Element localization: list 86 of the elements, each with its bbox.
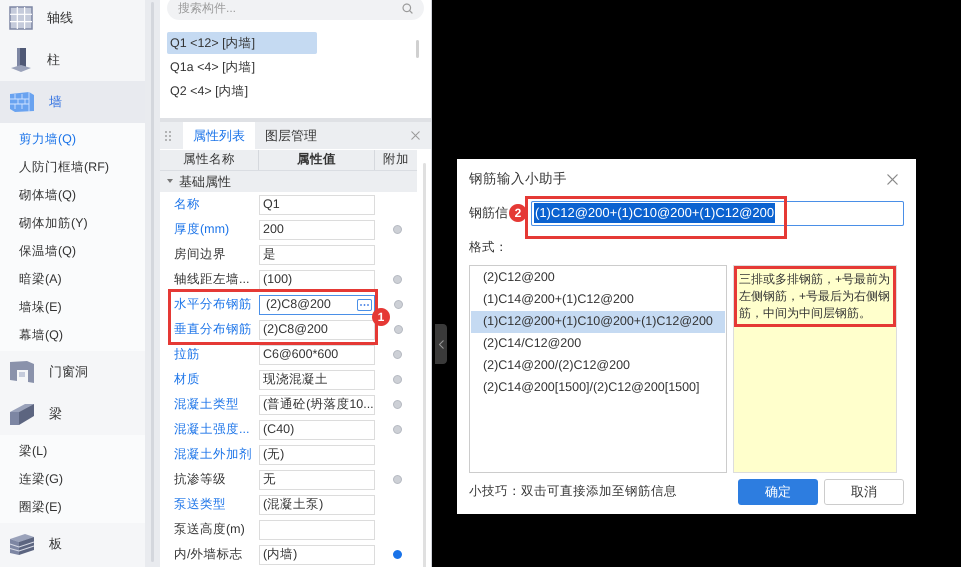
cancel-button[interactable]: 取消 <box>824 478 904 505</box>
close-icon[interactable] <box>411 131 420 140</box>
format-item[interactable]: (2)C14@200/(2)C12@200 <box>471 354 725 377</box>
category-item[interactable]: 门窗洞 <box>0 351 145 393</box>
group-header[interactable]: 基础属性 <box>160 170 417 192</box>
subcategory-item[interactable]: 暗梁(A) <box>0 265 145 293</box>
subcategory-item[interactable]: 墙垛(E) <box>0 293 145 321</box>
property-value-field[interactable]: 现浇混凝土 <box>259 370 375 390</box>
column-header: 属性值 <box>259 150 375 170</box>
slab-stack-icon <box>9 533 35 555</box>
property-name: 厚度(mm) <box>173 221 230 238</box>
search-icon[interactable] <box>402 3 413 14</box>
property-value-field[interactable]: 无 <box>259 470 375 490</box>
category-item[interactable]: 轴线 <box>0 0 145 39</box>
step-badge: 1 <box>372 308 390 326</box>
property-name: 垂直分布钢筋 <box>173 321 253 338</box>
property-name: 水平分布钢筋 <box>173 296 253 314</box>
property-value-field[interactable]: 是 <box>259 244 375 264</box>
panel-tab[interactable]: 图层管理 <box>255 122 327 149</box>
format-item[interactable]: (2)C14/C12@200 <box>471 332 725 355</box>
property-name: 混凝土强度... <box>173 421 250 438</box>
rebar-input-field[interactable]: (1)C12@200+(1)C10@200+(1)C12@200 <box>531 200 904 226</box>
field-label: 钢筋信 <box>469 204 508 222</box>
property-name: 混凝土类型 <box>173 396 240 414</box>
property-value-field[interactable]: (2)C8@200 <box>259 294 375 314</box>
component-item[interactable]: Q2 <4> [内墙] <box>167 80 317 102</box>
property-name: 拉筋 <box>173 346 201 364</box>
property-name: 轴线距左墙... <box>173 271 250 288</box>
format-item[interactable]: (2)C14@200[1500]/(2)C12@200[1500] <box>471 376 725 399</box>
subcategory-item[interactable]: 砌体墙(Q) <box>0 181 145 209</box>
column-icon <box>9 47 33 73</box>
subcategory-item[interactable]: 保温墙(Q) <box>0 237 145 265</box>
tip-text: 小技巧：双击可直接添加至钢筋信息 <box>469 483 678 500</box>
property-name: 名称 <box>173 196 201 214</box>
property-value-field[interactable]: (100) <box>259 270 375 290</box>
collapse-caret-icon[interactable] <box>167 179 173 184</box>
more-button[interactable] <box>357 298 372 310</box>
format-item[interactable]: (1)C12@200+(1)C10@200+(1)C12@200 <box>471 310 725 333</box>
column-header: 属性名称 <box>160 150 259 170</box>
drag-handle-icon[interactable] <box>165 130 171 142</box>
panel-tab[interactable]: 属性列表 <box>183 122 255 149</box>
property-value-field[interactable]: 200 <box>259 220 375 240</box>
beam-icon <box>9 402 35 426</box>
format-label: 格式： <box>469 239 509 256</box>
subcategory-item[interactable]: 连梁(G) <box>0 465 145 493</box>
property-name: 泵送类型 <box>173 496 227 514</box>
component-item[interactable]: Q1 <12> [内墙] <box>167 32 317 54</box>
category-item[interactable]: 板 <box>0 523 145 565</box>
category-item[interactable]: 墙 <box>0 81 145 123</box>
subcategory-item[interactable]: 人防门框墙(RF) <box>0 153 145 181</box>
property-value-field[interactable] <box>259 520 375 540</box>
hint-text: 三排或多排钢筋，+号最前为左侧钢筋，+号最后为右侧钢筋，中间为中间层钢筋。 <box>734 266 896 327</box>
brick-wall-icon <box>9 91 35 113</box>
property-value-field[interactable]: (内墙) <box>259 544 375 564</box>
property-name: 抗渗等级 <box>173 471 227 488</box>
property-name: 内/外墙标志 <box>173 546 244 564</box>
close-icon[interactable] <box>887 174 898 184</box>
component-item[interactable]: Q1a <4> [内墙] <box>167 56 317 78</box>
grid-icon <box>9 6 33 30</box>
property-name: 泵送高度(m) <box>173 521 246 538</box>
property-value-field[interactable]: (混凝土泵) <box>259 494 375 514</box>
property-name: 混凝土外加剂 <box>173 446 253 464</box>
format-item[interactable]: (1)C14@200+(1)C12@200 <box>471 288 725 311</box>
door-frame-icon <box>9 360 35 384</box>
property-value-field[interactable]: (普通砼(坍落度10... <box>259 394 375 414</box>
property-value-field[interactable]: Q1 <box>259 194 375 214</box>
confirm-button[interactable]: 确定 <box>738 478 818 505</box>
property-value-field[interactable]: C6@600*600 <box>259 344 375 364</box>
property-name: 材质 <box>173 371 201 388</box>
subcategory-item[interactable]: 圈梁(E) <box>0 493 145 521</box>
format-item[interactable]: (2)C12@200 <box>471 266 725 289</box>
subcategory-item[interactable]: 幕墙(Q) <box>0 321 145 349</box>
property-value-field[interactable]: (C40) <box>259 420 375 440</box>
chevron-left-icon <box>438 340 444 348</box>
category-item[interactable]: 柱 <box>0 39 145 81</box>
property-value-field[interactable]: (无) <box>259 444 375 464</box>
search-field[interactable]: 搜索构件... <box>167 0 424 20</box>
subcategory-item[interactable]: 梁(L) <box>0 437 145 465</box>
property-value-field[interactable]: (2)C8@200 <box>259 320 375 340</box>
dialog-title: 钢筋输入小助手 <box>469 170 568 188</box>
property-name: 房间边界 <box>173 246 227 264</box>
subcategory-item[interactable]: 剪力墙(Q) <box>0 125 145 153</box>
column-header: 附加 <box>382 151 410 168</box>
category-item[interactable]: 梁 <box>0 393 145 435</box>
subcategory-item[interactable]: 砌体加筋(Y) <box>0 209 145 237</box>
collapse-handle[interactable] <box>435 324 447 364</box>
